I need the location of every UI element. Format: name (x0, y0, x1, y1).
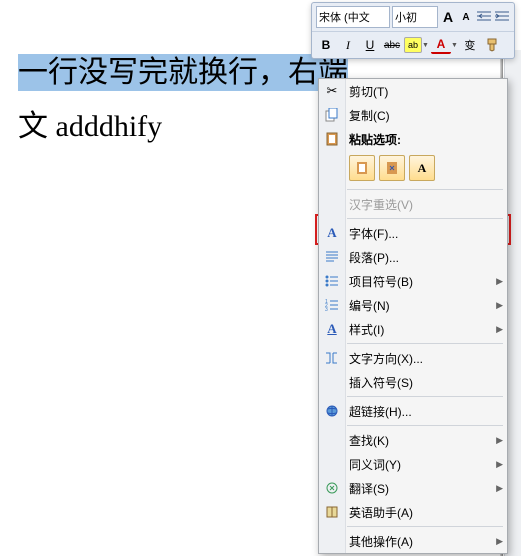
indent-left-icon (477, 11, 491, 23)
chevron-right-icon: ▶ (496, 300, 503, 311)
menu-label: 编号(N) (349, 297, 390, 314)
clipboard-icon (323, 130, 341, 148)
menu-label: 粘贴选项: (349, 131, 401, 148)
paste-text-only-button[interactable]: A (409, 155, 435, 181)
font-a-icon: A (323, 224, 341, 242)
menu-hyperlink[interactable]: 超链接(H)... (319, 399, 507, 423)
menu-styles[interactable]: A 样式(I) ▶ (319, 317, 507, 341)
context-menu: ✂ 剪切(T) 复制(C) 粘贴选项: A 汉字重选(V) (318, 78, 508, 554)
menu-paragraph[interactable]: 段落(P)... (319, 245, 507, 269)
increase-indent-button[interactable] (494, 7, 510, 27)
menu-find[interactable]: 查找(K) ▶ (319, 428, 507, 452)
numbering-icon: 123 (323, 296, 341, 314)
menu-text-direction[interactable]: 文字方向(X)... (319, 346, 507, 370)
menu-label: 翻译(S) (349, 480, 389, 497)
indent-right-icon (495, 11, 509, 23)
paragraph-icon (323, 248, 341, 266)
chevron-down-icon[interactable]: ▼ (451, 42, 458, 49)
menu-label: 超链接(H)... (349, 403, 412, 420)
menu-label: 其他操作(A) (349, 533, 413, 550)
chevron-right-icon: ▶ (496, 324, 503, 335)
chevron-right-icon: ▶ (496, 459, 503, 470)
chevron-down-icon[interactable]: ▼ (422, 42, 429, 49)
chevron-right-icon: ▶ (496, 435, 503, 446)
clipboard-arrow-icon (385, 161, 399, 175)
menu-label: 段落(P)... (349, 249, 399, 266)
chevron-right-icon: ▶ (496, 483, 503, 494)
mini-toolbar: A A B I U abc ab ▼ A ▼ 变 (311, 2, 515, 59)
menu-other-actions[interactable]: 其他操作(A) ▶ (319, 529, 507, 553)
menu-cut[interactable]: ✂ 剪切(T) (319, 79, 507, 103)
chevron-right-icon: ▶ (496, 536, 503, 547)
menu-label: 样式(I) (349, 321, 384, 338)
menu-label: 剪切(T) (349, 83, 388, 100)
menu-translate[interactable]: 翻译(S) ▶ (319, 476, 507, 500)
menu-synonyms[interactable]: 同义词(Y) ▶ (319, 452, 507, 476)
paste-keep-source-button[interactable] (349, 155, 375, 181)
clipboard-brush-icon (355, 161, 369, 175)
decrease-indent-button[interactable] (476, 7, 492, 27)
italic-button[interactable]: I (338, 35, 358, 55)
chevron-right-icon: ▶ (496, 276, 503, 287)
font-color-button[interactable]: A (431, 36, 451, 54)
globe-link-icon (323, 402, 341, 420)
grow-font-button[interactable]: A (440, 7, 456, 27)
copy-icon (323, 106, 341, 124)
menu-label: 同义词(Y) (349, 456, 401, 473)
menu-label: 字体(F)... (349, 225, 398, 242)
translate-icon (323, 479, 341, 497)
phonetic-guide-button[interactable]: 变 (460, 35, 480, 55)
shrink-font-button[interactable]: A (458, 7, 474, 27)
underline-button[interactable]: U (360, 35, 380, 55)
menu-numbering[interactable]: 123 编号(N) ▶ (319, 293, 507, 317)
menu-font[interactable]: A 字体(F)... (319, 221, 507, 245)
svg-text:3: 3 (325, 307, 328, 311)
menu-bullets[interactable]: 项目符号(B) ▶ (319, 269, 507, 293)
styles-a-icon: A (323, 320, 341, 338)
menu-label: 文字方向(X)... (349, 350, 423, 367)
menu-label: 项目符号(B) (349, 273, 413, 290)
paste-merge-button[interactable] (379, 155, 405, 181)
menu-label: 查找(K) (349, 432, 389, 449)
menu-english-assistant[interactable]: 英语助手(A) (319, 500, 507, 524)
selected-text[interactable]: 一行没写完就换行，右端 (18, 54, 348, 91)
menu-label: 汉字重选(V) (349, 196, 413, 213)
menu-label: 复制(C) (349, 107, 390, 124)
menu-paste-options-header: 粘贴选项: (319, 127, 507, 151)
text-direction-icon (323, 349, 341, 367)
brush-icon (485, 38, 499, 52)
menu-insert-symbol[interactable]: 插入符号(S) (319, 370, 507, 394)
strikethrough-button[interactable]: abc (382, 35, 402, 55)
bullets-icon (323, 272, 341, 290)
font-name-select[interactable] (316, 6, 390, 28)
menu-label: 插入符号(S) (349, 374, 413, 391)
menu-label: 英语助手(A) (349, 504, 413, 521)
bold-button[interactable]: B (316, 35, 336, 55)
font-size-select[interactable] (392, 6, 438, 28)
format-painter-button[interactable] (482, 35, 502, 55)
menu-copy[interactable]: 复制(C) (319, 103, 507, 127)
book-icon (323, 503, 341, 521)
scissors-icon: ✂ (323, 82, 341, 100)
highlight-button[interactable]: ab (404, 37, 422, 53)
menu-ime-reconvert: 汉字重选(V) (319, 192, 507, 216)
